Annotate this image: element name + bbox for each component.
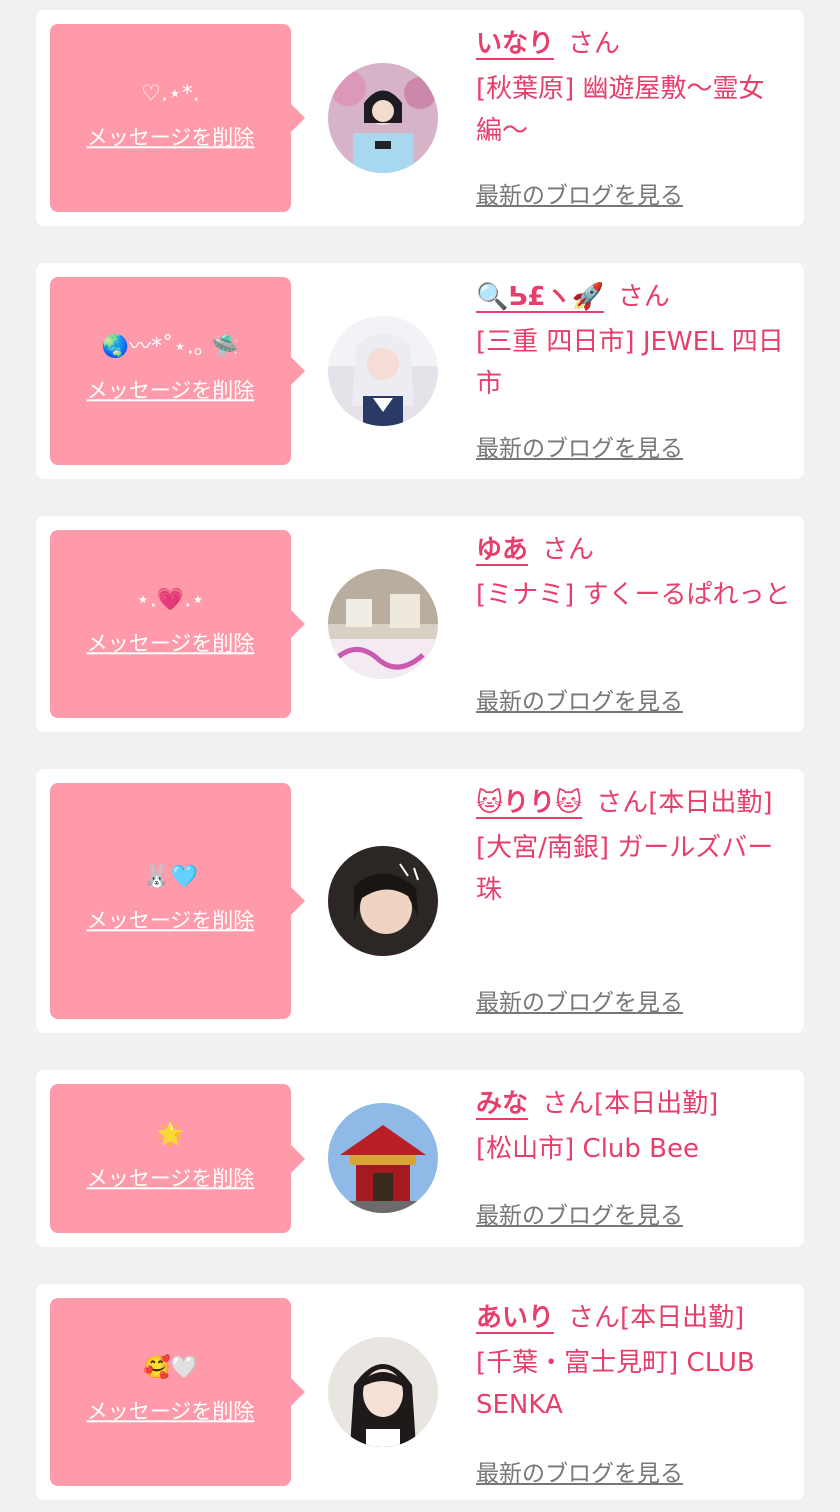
message-card: 🌏〰*˚⋆.｡ 🛸 メッセージを削除 🔍ᕊ£ヽ🚀 さん [三重 四日市] JEWE…: [36, 263, 804, 479]
delete-message-button[interactable]: メッセージを削除: [87, 1162, 255, 1192]
shop-name: [三重 四日市] JEWEL 四日市: [476, 327, 784, 399]
cast-info: いなり さん [秋葉原] 幽遊屋敷〜霊女編〜: [476, 24, 794, 152]
message-bubble: 🌟 メッセージを削除: [50, 1084, 305, 1233]
latest-blog-link[interactable]: 最新のブログを見る: [476, 682, 683, 716]
message-bubble: 🐰🩵 メッセージを削除: [50, 783, 305, 1019]
honorific: さん: [596, 788, 649, 818]
message-text: ⋆.💗.⋆: [136, 587, 205, 613]
message-card: ♡.⋆*. メッセージを削除 いなり さん [秋葉原] 幽遊屋敷〜霊女編〜 最新の…: [36, 10, 804, 226]
latest-blog-link[interactable]: 最新のブログを見る: [476, 1454, 683, 1488]
delete-message-button[interactable]: メッセージを削除: [87, 121, 255, 151]
shop-name: [ミナミ] すくーるぱれっと: [476, 580, 791, 610]
cast-name-link[interactable]: 🔍ᕊ£ヽ🚀: [476, 282, 604, 312]
message-bubble: 🌏〰*˚⋆.｡ 🛸 メッセージを削除: [50, 277, 305, 465]
honorific: さん: [617, 282, 670, 312]
cast-name-link[interactable]: みな: [476, 1089, 528, 1119]
shop-name: [千葉・富士見町] CLUB SENKA: [476, 1348, 755, 1420]
avatar[interactable]: [328, 63, 438, 173]
shop-name: [大宮/南銀] ガールズバー 珠: [476, 833, 774, 905]
message-card: 🥰🤍 メッセージを削除 あいり さん[本日出勤] [千葉・富士見町] CLUB S…: [36, 1284, 804, 1500]
avatar[interactable]: [328, 569, 438, 679]
shop-name: [松山市] Club Bee: [476, 1134, 700, 1164]
avatar[interactable]: [328, 1103, 438, 1213]
shop-name: [秋葉原] 幽遊屋敷〜霊女編〜: [476, 74, 765, 146]
avatar[interactable]: [328, 1337, 438, 1447]
honorific: さん: [568, 1303, 621, 1333]
message-card: 🐰🩵 メッセージを削除 🐱りり🐱 さん[本日出勤] [大宮/南銀] ガールズバー …: [36, 769, 804, 1033]
delete-message-button[interactable]: メッセージを削除: [87, 1395, 255, 1425]
honorific: さん: [542, 1089, 595, 1119]
cast-info: あいり さん[本日出勤] [千葉・富士見町] CLUB SENKA: [476, 1298, 794, 1426]
message-card: ⋆.💗.⋆ メッセージを削除 ゆあ さん [ミナミ] すくーるぱれっと 最新のブロ…: [36, 516, 804, 732]
message-text: 🌟: [156, 1121, 185, 1147]
latest-blog-link[interactable]: 最新のブログを見る: [476, 1196, 683, 1230]
honorific: さん: [568, 29, 621, 59]
cast-info: みな さん[本日出勤] [松山市] Club Bee: [476, 1084, 794, 1170]
avatar[interactable]: [328, 846, 438, 956]
delete-message-button[interactable]: メッセージを削除: [87, 904, 255, 934]
cast-name-link[interactable]: あいり: [476, 1303, 554, 1333]
delete-message-button[interactable]: メッセージを削除: [87, 374, 255, 404]
message-text: 🌏〰*˚⋆.｡ 🛸: [101, 334, 240, 360]
message-bubble: 🥰🤍 メッセージを削除: [50, 1298, 305, 1486]
cast-name-link[interactable]: 🐱りり🐱: [476, 788, 582, 818]
message-text: ♡.⋆*.: [141, 81, 200, 107]
message-card: 🌟 メッセージを削除 みな さん[本日出勤] [松山市] Club Bee 最新の…: [36, 1070, 804, 1247]
latest-blog-link[interactable]: 最新のブログを見る: [476, 429, 683, 463]
message-text: 🥰🤍: [143, 1355, 198, 1381]
status-text: [本日出勤]: [648, 788, 773, 818]
latest-blog-link[interactable]: 最新のブログを見る: [476, 176, 683, 210]
cast-info: ゆあ さん [ミナミ] すくーるぱれっと: [476, 530, 794, 616]
avatar[interactable]: [328, 316, 438, 426]
message-list: ♡.⋆*. メッセージを削除 いなり さん [秋葉原] 幽遊屋敷〜霊女編〜 最新の…: [0, 0, 840, 1512]
delete-message-button[interactable]: メッセージを削除: [87, 627, 255, 657]
message-bubble: ⋆.💗.⋆ メッセージを削除: [50, 530, 305, 718]
cast-name-link[interactable]: ゆあ: [476, 535, 528, 565]
cast-name-link[interactable]: いなり: [476, 29, 554, 59]
status-text: [本日出勤]: [620, 1303, 745, 1333]
message-bubble: ♡.⋆*. メッセージを削除: [50, 24, 305, 212]
honorific: さん: [542, 535, 595, 565]
cast-info: 🐱りり🐱 さん[本日出勤] [大宮/南銀] ガールズバー 珠: [476, 783, 794, 911]
message-text: 🐰🩵: [143, 864, 198, 890]
cast-info: 🔍ᕊ£ヽ🚀 さん [三重 四日市] JEWEL 四日市: [476, 277, 794, 405]
status-text: [本日出勤]: [594, 1089, 719, 1119]
latest-blog-link[interactable]: 最新のブログを見る: [476, 983, 683, 1017]
